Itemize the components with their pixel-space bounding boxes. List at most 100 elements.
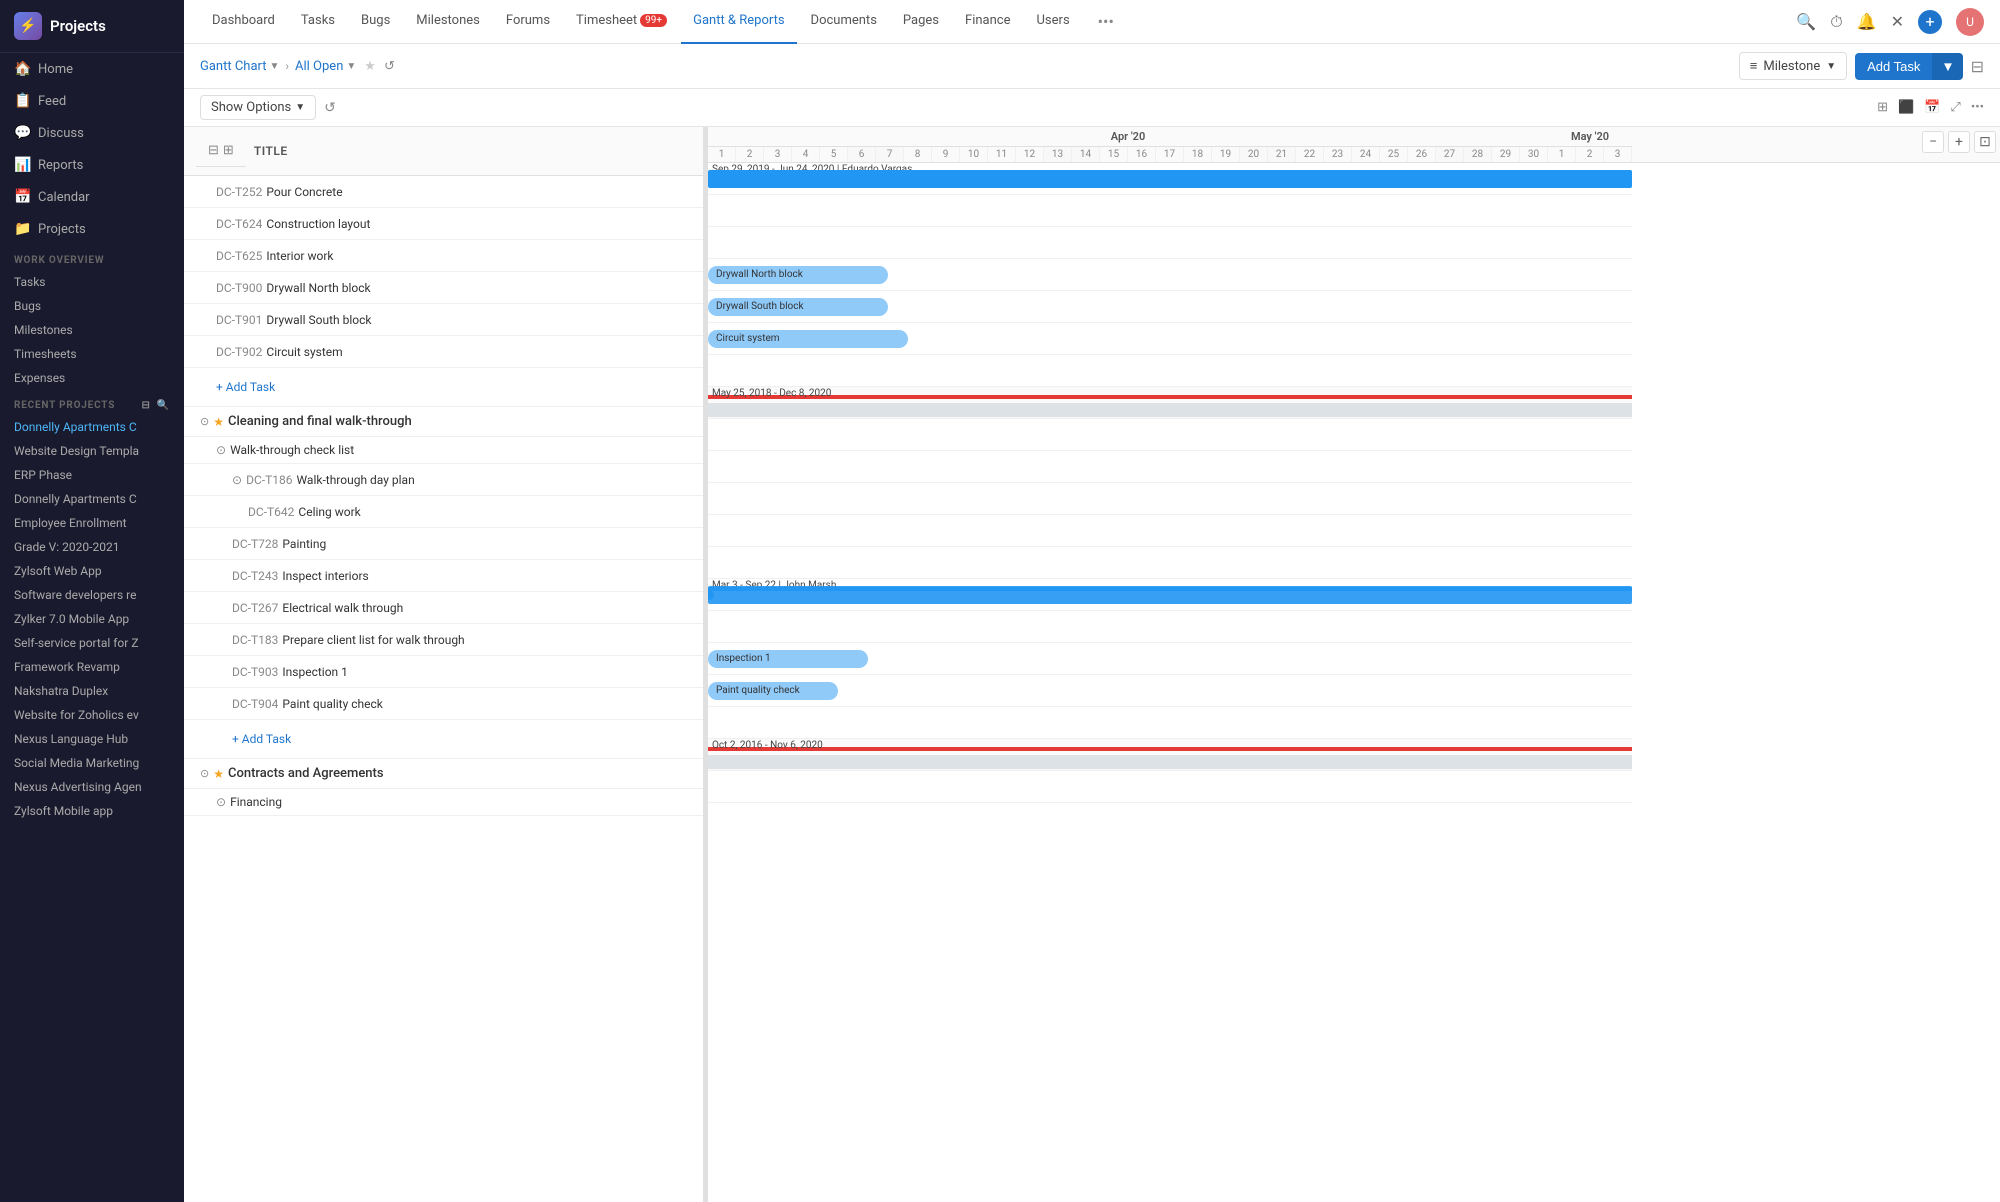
gantt-chart-breadcrumb[interactable]: Gantt Chart ▼ bbox=[200, 59, 279, 74]
group-row[interactable]: ⊙★Contracts and Agreements bbox=[184, 759, 703, 789]
fullscreen-icon[interactable]: ⤢ bbox=[1950, 100, 1960, 115]
subgroup-collapse-icon[interactable]: ⊙ bbox=[216, 795, 226, 809]
gantt-chart-panel[interactable]: − + ⊡ Apr '20123456789101112131415161718… bbox=[708, 127, 2000, 1202]
subgroup-name: Financing bbox=[230, 795, 282, 809]
gantt-bar[interactable]: Drywall South block bbox=[708, 298, 888, 316]
toolbar-right: ≡ Milestone ▼ Add Task ▼ ⊟ bbox=[1739, 52, 1984, 80]
work-item-bugs[interactable]: Bugs bbox=[0, 294, 184, 318]
more-options-icon[interactable]: ••• bbox=[1971, 100, 1984, 115]
star-icon[interactable]: ★ bbox=[364, 59, 376, 74]
nav-tab-documents[interactable]: Documents bbox=[799, 0, 889, 44]
filter-icon[interactable]: ⊟ bbox=[142, 400, 151, 411]
task-name: Walk-through day plan bbox=[296, 473, 414, 487]
expand-icon[interactable]: ⊙ bbox=[232, 473, 242, 487]
gantt-row bbox=[708, 419, 1632, 451]
recent-project-item[interactable]: Nexus Advertising Agen bbox=[0, 775, 184, 799]
group-collapse-icon[interactable]: ⊙ bbox=[200, 415, 209, 428]
recent-project-item[interactable]: Donnelly Apartments C bbox=[0, 415, 184, 439]
gantt-bar[interactable]: Inspection 1 bbox=[708, 650, 868, 668]
show-options-button[interactable]: Show Options ▼ bbox=[200, 95, 316, 120]
discuss-icon: 💬 bbox=[14, 125, 30, 141]
user-avatar[interactable]: U bbox=[1956, 8, 1984, 36]
add-task-link[interactable]: + Add Task bbox=[216, 374, 275, 400]
milestone-button[interactable]: ≡ Milestone ▼ bbox=[1739, 52, 1847, 80]
work-item-expenses[interactable]: Expenses bbox=[0, 366, 184, 390]
recent-project-item[interactable]: Self-service portal for Z bbox=[0, 631, 184, 655]
close-icon[interactable]: ✕ bbox=[1891, 12, 1904, 31]
sidebar-item-feed[interactable]: 📋Feed bbox=[0, 85, 184, 117]
zoom-out-button[interactable]: − bbox=[1922, 131, 1944, 153]
nav-tab-dashboard[interactable]: Dashboard bbox=[200, 0, 287, 44]
pdf-icon[interactable]: ⬛ bbox=[1898, 100, 1914, 115]
search-icon[interactable]: 🔍 bbox=[157, 400, 170, 411]
nav-tab-finance[interactable]: Finance bbox=[953, 0, 1022, 44]
gantt-container: ⊟ ⊞ TITLE DC-T252Pour ConcreteDC-T624Con… bbox=[184, 127, 2000, 1202]
subgroup-collapse-icon[interactable]: ⊙ bbox=[216, 443, 226, 457]
nav-tab-forums[interactable]: Forums bbox=[494, 0, 562, 44]
search-icon[interactable]: 🔍 bbox=[1796, 12, 1816, 31]
sidebar-item-projects[interactable]: 📁Projects bbox=[0, 213, 184, 245]
gantt-row bbox=[708, 547, 1632, 579]
nav-tab-gantt[interactable]: Gantt & Reports bbox=[681, 0, 796, 44]
nav-tab-bugs[interactable]: Bugs bbox=[349, 0, 402, 44]
recent-project-item[interactable]: Social Media Marketing bbox=[0, 751, 184, 775]
main-gantt-bar[interactable] bbox=[708, 170, 1632, 188]
zoom-in-button[interactable]: + bbox=[1948, 131, 1970, 153]
recent-project-item[interactable]: Employee Enrollment bbox=[0, 511, 184, 535]
recent-project-item[interactable]: ERP Phase bbox=[0, 463, 184, 487]
group-row[interactable]: ⊙★Cleaning and final walk-through bbox=[184, 407, 703, 437]
recent-project-item[interactable]: Website for Zoholics ev bbox=[0, 703, 184, 727]
gantt-bar[interactable]: Drywall North block bbox=[708, 266, 888, 284]
task-id: DC-T243 bbox=[232, 569, 278, 583]
nav-tab-milestones[interactable]: Milestones bbox=[404, 0, 492, 44]
group-name: Cleaning and final walk-through bbox=[228, 414, 412, 429]
work-item-tasks[interactable]: Tasks bbox=[0, 270, 184, 294]
recent-project-item[interactable]: Framework Revamp bbox=[0, 655, 184, 679]
gantt-bar[interactable]: Circuit system bbox=[708, 330, 908, 348]
recent-project-item[interactable]: Software developers re bbox=[0, 583, 184, 607]
work-item-timesheets[interactable]: Timesheets bbox=[0, 342, 184, 366]
recent-project-item[interactable]: Grade V: 2020-2021 bbox=[0, 535, 184, 559]
recent-project-item[interactable]: Donnelly Apartments C bbox=[0, 487, 184, 511]
nav-tab-pages[interactable]: Pages bbox=[891, 0, 951, 44]
group-collapse-icon[interactable]: ⊙ bbox=[200, 767, 209, 780]
nav-tab-timesheet[interactable]: Timesheet99+ bbox=[564, 0, 679, 44]
grid-view-icon[interactable]: ⊞ bbox=[1877, 100, 1888, 115]
all-open-filter[interactable]: All Open ▼ bbox=[295, 59, 356, 74]
expand-icon[interactable]: ⊞ bbox=[223, 143, 234, 158]
gantt-filter-icon[interactable]: ⊟ bbox=[1971, 57, 1984, 76]
reset-icon[interactable]: ↺ bbox=[324, 100, 336, 116]
recent-project-item[interactable]: Zylker 7.0 Mobile App bbox=[0, 607, 184, 631]
recent-project-item[interactable]: Nakshatra Duplex bbox=[0, 679, 184, 703]
collapse-icon[interactable]: ⊟ bbox=[208, 143, 219, 158]
add-task-row[interactable]: + Add Task bbox=[184, 368, 703, 407]
add-task-link[interactable]: + Add Task bbox=[232, 726, 291, 752]
gantt-row bbox=[708, 515, 1632, 547]
refresh-icon[interactable]: ↺ bbox=[384, 59, 395, 74]
calendar-view-icon[interactable]: 📅 bbox=[1924, 100, 1940, 115]
recent-project-item[interactable]: Zylsoft Web App bbox=[0, 559, 184, 583]
fit-button[interactable]: ⊡ bbox=[1974, 131, 1996, 153]
recent-project-item[interactable]: Website Design Templa bbox=[0, 439, 184, 463]
work-item-milestones[interactable]: Milestones bbox=[0, 318, 184, 342]
add-icon[interactable]: + bbox=[1918, 10, 1942, 34]
gantt-bar[interactable]: Paint quality check bbox=[708, 682, 838, 700]
main-gantt-bar-2[interactable] bbox=[708, 586, 1632, 604]
gantt-row bbox=[708, 227, 1632, 259]
nav-tab-tasks[interactable]: Tasks bbox=[289, 0, 347, 44]
sidebar-item-discuss[interactable]: 💬Discuss bbox=[0, 117, 184, 149]
day-cell: 2 bbox=[1576, 147, 1604, 162]
add-task-row[interactable]: + Add Task bbox=[184, 720, 703, 759]
timer-icon[interactable]: ⏱ bbox=[1830, 12, 1842, 32]
recent-project-item[interactable]: Nexus Language Hub bbox=[0, 727, 184, 751]
sidebar-item-reports[interactable]: 📊Reports bbox=[0, 149, 184, 181]
add-task-dropdown-button[interactable]: ▼ bbox=[1932, 53, 1962, 80]
notifications-icon[interactable]: 🔔 bbox=[1857, 12, 1877, 31]
recent-project-item[interactable]: Zylsoft Mobile app bbox=[0, 799, 184, 823]
gantt-row: Sep 29, 2019 - Jun 24, 2020 | Eduardo Va… bbox=[708, 163, 1632, 195]
sidebar-item-calendar[interactable]: 📅Calendar bbox=[0, 181, 184, 213]
sidebar-item-home[interactable]: 🏠Home bbox=[0, 53, 184, 85]
nav-tab-users[interactable]: Users bbox=[1025, 0, 1082, 44]
more-options-icon[interactable]: ••• bbox=[1090, 12, 1122, 31]
add-task-button[interactable]: Add Task bbox=[1855, 53, 1932, 80]
